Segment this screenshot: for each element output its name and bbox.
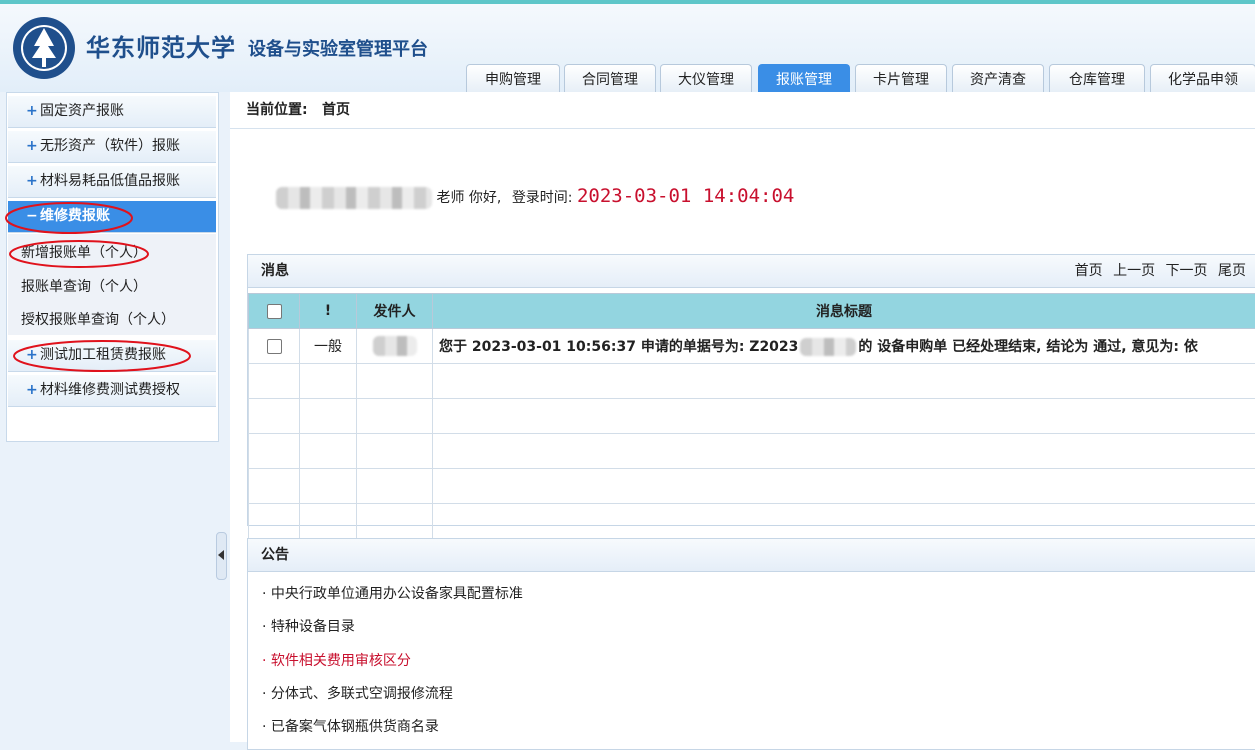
greeting: 老师 你好, 登录时间: 2023-03-01 14:04:04	[276, 184, 794, 208]
notice-item[interactable]: · 已备案气体钢瓶供货商名录	[262, 716, 439, 736]
pager-prev[interactable]: 上一页	[1113, 263, 1155, 279]
row-subject[interactable]: 您于 2023-03-01 10:56:37 申请的单据号为: Z2023 的 设…	[433, 329, 1255, 364]
tab-asset-check[interactable]: 资产清查	[952, 64, 1044, 95]
university-logo-icon	[12, 16, 76, 80]
sidebar-item-label: 材料维修费测试费授权	[40, 382, 180, 398]
notice-item[interactable]: · 中央行政单位通用办公设备家具配置标准	[262, 583, 523, 603]
column-importance: !	[300, 294, 357, 329]
greeting-text: 老师 你好,	[436, 190, 501, 206]
minus-icon: −	[26, 201, 38, 232]
table-row	[249, 469, 1255, 504]
notice-item[interactable]: · 特种设备目录	[262, 616, 355, 636]
sidebar-item-label: 材料易耗品低值品报账	[40, 173, 180, 189]
row-checkbox[interactable]	[267, 339, 282, 354]
pager-first[interactable]: 首页	[1075, 263, 1103, 279]
plus-icon: +	[26, 96, 38, 127]
tab-reimbursement[interactable]: 报账管理	[758, 64, 850, 95]
bullet-icon: ·	[262, 686, 266, 702]
school-name: 华东师范大学	[86, 28, 236, 63]
notice-label: 特种设备目录	[271, 619, 355, 635]
sidebar-submenu: 新增报账单（个人） 报账单查询（个人） 授权报账单查询（个人）	[8, 234, 216, 335]
table-row[interactable]: 一般 您于 2023-03-01 10:56:37 申请的单据号为: Z2023…	[249, 329, 1255, 364]
breadcrumb-label: 当前位置:	[246, 92, 308, 128]
messages-title: 消息	[261, 255, 289, 287]
sidebar-item-repair-fee[interactable]: −维修费报账	[8, 201, 216, 233]
messages-header: 消息 首页 上一页 下一页 尾页	[248, 255, 1255, 288]
bullet-icon: ·	[262, 719, 266, 735]
main-content: 当前位置: 首页 老师 你好, 登录时间: 2023-03-01 14:04:0…	[230, 92, 1255, 742]
sidebar-subitem-new-reimbursement[interactable]: 新增报账单（个人）	[21, 242, 147, 262]
sidebar-item-fixed-assets[interactable]: +固定资产报账	[8, 96, 216, 128]
select-all-cell	[249, 294, 300, 329]
sidebar-subitem-query-reimbursement[interactable]: 报账单查询（个人）	[21, 276, 147, 296]
select-all-checkbox[interactable]	[267, 304, 282, 319]
table-row	[249, 399, 1255, 434]
notice-label: 中央行政单位通用办公设备家具配置标准	[271, 586, 523, 602]
column-subject: 消息标题	[433, 294, 1255, 329]
tab-chemical-request[interactable]: 化学品申领	[1150, 64, 1255, 95]
messages-panel: 消息 首页 上一页 下一页 尾页 ! 发件人 消息标题	[247, 254, 1255, 526]
tab-card[interactable]: 卡片管理	[855, 64, 947, 95]
breadcrumb-current: 首页	[322, 92, 350, 128]
subject-prefix: 您于 2023-03-01 10:56:37 申请的单据号为: Z2023	[439, 339, 798, 355]
table-row	[249, 364, 1255, 399]
tab-warehouse[interactable]: 仓库管理	[1049, 64, 1145, 95]
login-time-value: 2023-03-01 14:04:04	[577, 185, 794, 207]
table-header-row: ! 发件人 消息标题	[249, 294, 1255, 329]
notice-item[interactable]: · 软件相关费用审核区分	[262, 650, 411, 670]
bullet-icon: ·	[262, 619, 266, 635]
row-select-cell	[249, 329, 300, 364]
row-importance: 一般	[300, 329, 357, 364]
sidebar-item-intangible-assets[interactable]: +无形资产（软件）报账	[8, 131, 216, 163]
sidebar-item-testing-fee[interactable]: +测试加工租赁费报账	[8, 340, 216, 372]
pager-next[interactable]: 下一页	[1166, 263, 1208, 279]
app-header: 华东师范大学 设备与实验室管理平台 申购管理 合同管理 大仪管理 报账管理 卡片…	[0, 4, 1255, 92]
sidebar-item-authorization[interactable]: +材料维修费测试费授权	[8, 375, 216, 407]
plus-icon: +	[26, 166, 38, 197]
notice-label: 软件相关费用审核区分	[271, 653, 411, 669]
redacted-doc-number	[800, 338, 856, 356]
notice-label: 已备案气体钢瓶供货商名录	[271, 719, 439, 735]
collapse-left-icon	[218, 550, 224, 560]
pager: 首页 上一页 下一页 尾页	[1069, 255, 1246, 287]
breadcrumb: 当前位置: 首页	[230, 92, 1255, 129]
plus-icon: +	[26, 340, 38, 371]
table-row	[249, 434, 1255, 469]
row-sender	[357, 329, 433, 364]
messages-table: ! 发件人 消息标题 一般 您于 2023-03-01 10:56:37 申请的…	[248, 293, 1255, 539]
sidebar-collapse-handle[interactable]	[216, 532, 227, 580]
notices-title: 公告	[261, 539, 289, 571]
sidebar-subitem-authorized-query[interactable]: 授权报账单查询（个人）	[21, 309, 175, 329]
pager-last[interactable]: 尾页	[1218, 263, 1246, 279]
redacted-name	[276, 187, 432, 209]
notices-panel: 公告 · 中央行政单位通用办公设备家具配置标准 · 特种设备目录 · 软件相关费…	[247, 538, 1255, 750]
platform-name: 设备与实验室管理平台	[248, 35, 428, 61]
sidebar-item-materials[interactable]: +材料易耗品低值品报账	[8, 166, 216, 198]
redacted-sender	[373, 336, 417, 356]
column-sender: 发件人	[357, 294, 433, 329]
plus-icon: +	[26, 131, 38, 162]
sidebar-item-label: 无形资产（软件）报账	[40, 138, 180, 154]
tab-large-instrument[interactable]: 大仪管理	[660, 64, 752, 95]
login-time-label: 登录时间:	[512, 190, 573, 206]
notice-item[interactable]: · 分体式、多联式空调报修流程	[262, 683, 453, 703]
tab-purchase[interactable]: 申购管理	[466, 64, 560, 95]
bullet-icon: ·	[262, 653, 266, 669]
notices-header: 公告	[248, 539, 1255, 572]
bullet-icon: ·	[262, 586, 266, 602]
table-row	[249, 504, 1255, 539]
subject-suffix: 的 设备申购单 已经处理结束, 结论为 通过, 意见为: 依	[858, 339, 1197, 355]
sidebar-item-label: 测试加工租赁费报账	[40, 347, 166, 363]
sidebar-item-label: 维修费报账	[40, 208, 110, 224]
plus-icon: +	[26, 375, 38, 406]
notice-label: 分体式、多联式空调报修流程	[271, 686, 453, 702]
sidebar: +固定资产报账 +无形资产（软件）报账 +材料易耗品低值品报账 −维修费报账 新…	[6, 92, 219, 442]
sidebar-item-label: 固定资产报账	[40, 103, 124, 119]
tab-contract[interactable]: 合同管理	[564, 64, 656, 95]
